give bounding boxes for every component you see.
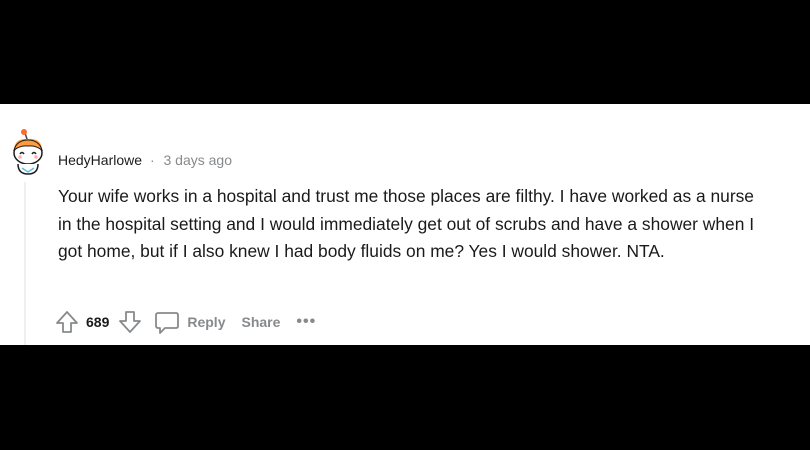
meta-separator: · [149,152,155,168]
comment-actions: 689 Reply Share ••• [54,305,316,339]
share-label: Share [241,314,281,330]
author-name[interactable]: HedyHarlowe [58,152,142,168]
letterbox-top [0,0,810,104]
reply-button[interactable]: Reply [147,304,231,340]
vote-score: 689 [86,314,110,330]
share-button[interactable]: Share [235,310,286,334]
upvote-arrow-icon[interactable] [54,309,80,335]
snoo-avatar-icon[interactable] [8,128,48,176]
comment-body: Your wife works in a hospital and trust … [58,186,755,261]
thread-line[interactable] [24,182,26,345]
letterbox-bottom [0,345,810,450]
more-options-icon[interactable]: ••• [296,313,316,331]
comment-meta: HedyHarlowe · 3 days ago [58,151,232,169]
reply-label: Reply [187,314,226,330]
comment-timestamp[interactable]: 3 days ago [164,152,233,168]
downvote-arrow-icon[interactable] [117,309,143,335]
comment-bubble-icon [153,308,181,336]
comment-card: HedyHarlowe · 3 days ago Your wife works… [0,104,810,345]
